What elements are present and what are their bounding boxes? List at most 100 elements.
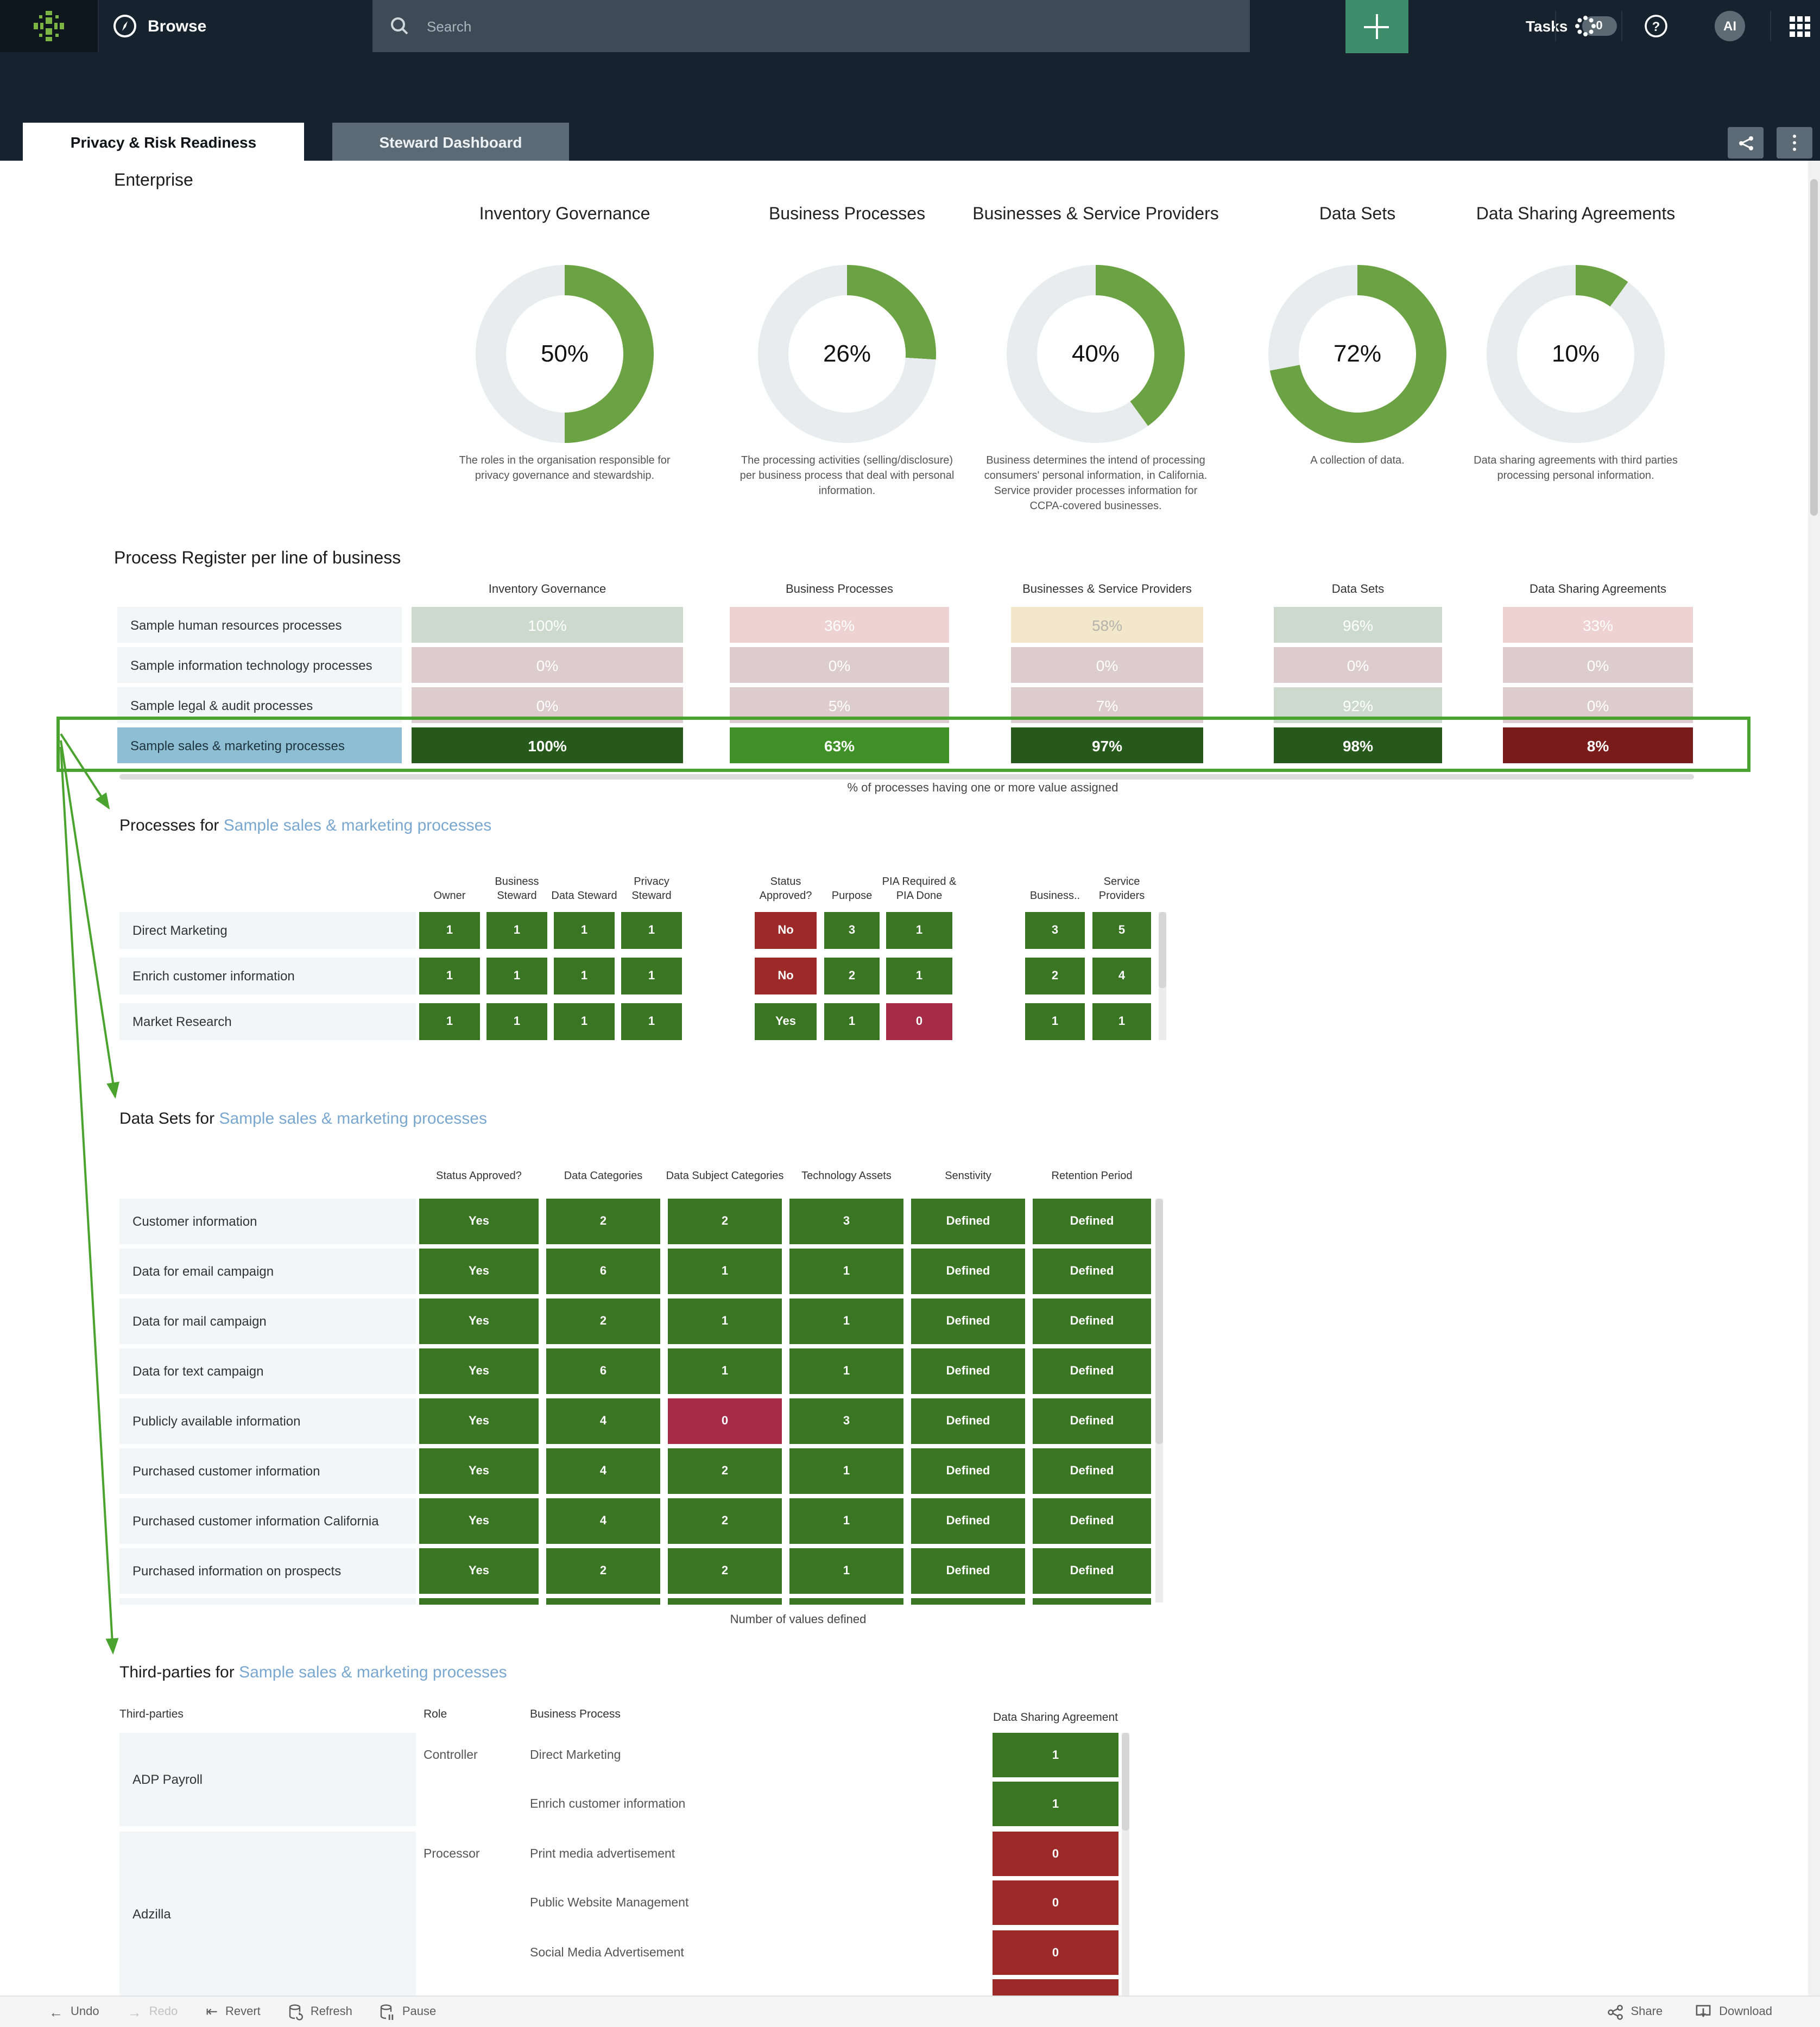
process-cell[interactable]: 2 [824,958,880,995]
user-avatar[interactable]: AI [1715,11,1745,41]
dataset-cell[interactable]: 3 [789,1398,903,1444]
dataset-cell[interactable]: Defined [1033,1548,1151,1594]
process-cell[interactable]: 1 [1092,1003,1151,1040]
activity-spinner-icon[interactable] [1573,14,1597,38]
apps-grid-icon[interactable] [1787,14,1811,38]
dataset-cell[interactable]: 4 [546,1398,660,1444]
dataset-cell[interactable]: Defined [911,1298,1025,1344]
process-cell[interactable]: 1 [621,958,682,995]
process-cell[interactable]: 3 [1025,912,1085,949]
register-cell[interactable]: 0% [1274,647,1442,683]
search-bar[interactable] [372,0,1250,52]
thirdparty-cell[interactable]: 0 [993,1930,1118,1975]
dataset-cell[interactable]: 2 [668,1498,782,1544]
process-row-label[interactable]: Market Research [119,1003,416,1040]
process-cell[interactable]: 5 [1092,912,1151,949]
dataset-cell[interactable]: 2 [668,1448,782,1494]
dataset-cell[interactable]: Defined [1033,1448,1151,1494]
redo-button[interactable]: → Redo [128,2004,178,2020]
dataset-cell[interactable]: 3 [789,1199,903,1244]
dataset-cell[interactable]: 2 [546,1199,660,1244]
dataset-cell[interactable]: Defined [911,1249,1025,1294]
process-cell[interactable]: 1 [419,912,480,949]
dataset-row-label[interactable]: Purchased information on prospects [119,1548,416,1594]
share-view-button[interactable] [1728,127,1764,159]
dataset-cell[interactable]: Defined [1033,1498,1151,1544]
process-cell[interactable]: 1 [621,912,682,949]
thirdparty-name[interactable]: Adzilla [119,1832,416,1996]
process-cell[interactable]: 1 [886,912,952,949]
dataset-cell[interactable]: 1 [789,1298,903,1344]
dataset-cell[interactable]: Yes [419,1249,539,1294]
dataset-cell[interactable]: 2 [546,1298,660,1344]
register-row-label[interactable]: Sample human resources processes [117,607,402,643]
dataset-cell[interactable]: Defined [1033,1398,1151,1444]
scrollbar-thumb[interactable] [1122,1733,1129,1830]
download-button[interactable]: Download [1695,2004,1772,2020]
dataset-cell[interactable]: Defined [911,1448,1025,1494]
register-cell[interactable]: 0% [412,647,683,683]
dataset-cell[interactable]: Defined [1033,1249,1151,1294]
add-button[interactable] [1345,0,1408,53]
register-cell[interactable]: 36% [730,607,949,643]
register-cell[interactable]: 0% [1011,647,1203,683]
kpi-donut-chart[interactable]: 26% [758,265,936,443]
dataset-cell[interactable]: 2 [546,1548,660,1594]
process-cell[interactable]: 1 [419,1003,480,1040]
dataset-cell[interactable]: 1 [789,1498,903,1544]
dataset-cell[interactable]: Yes [419,1498,539,1544]
dataset-cell[interactable]: 1 [789,1348,903,1394]
process-cell[interactable]: 1 [1025,1003,1085,1040]
dataset-cell[interactable]: 2 [668,1199,782,1244]
dataset-row-label[interactable]: Data for text campaign [119,1348,416,1394]
register-horizontal-scrollbar[interactable] [119,774,1694,780]
thirdparty-cell[interactable]: 1 [993,1782,1118,1826]
dataset-cell[interactable]: Yes [419,1199,539,1244]
dataset-cell[interactable]: 1 [789,1249,903,1294]
dataset-row-label[interactable]: Data for mail campaign [119,1298,416,1344]
dataset-cell[interactable]: 1 [668,1249,782,1294]
process-cell[interactable]: 1 [554,912,615,949]
dataset-cell[interactable]: Defined [911,1548,1025,1594]
kpi-donut-chart[interactable]: 10% [1487,265,1665,443]
process-cell[interactable]: 2 [1025,958,1085,995]
register-cell[interactable]: 0% [730,647,949,683]
help-icon[interactable]: ? [1644,14,1668,38]
process-cell[interactable]: 3 [824,912,880,949]
process-cell[interactable]: 1 [554,958,615,995]
dataset-cell[interactable]: Defined [911,1199,1025,1244]
process-cell[interactable]: 0 [886,1003,952,1040]
process-cell[interactable]: 1 [486,958,547,995]
dataset-cell[interactable]: 2 [668,1548,782,1594]
pause-button[interactable]: Pause [381,2004,436,2020]
dataset-cell[interactable]: 1 [789,1548,903,1594]
more-options-button[interactable] [1777,127,1812,159]
tasks-button[interactable]: Tasks 0 [1526,0,1617,52]
dataset-cell[interactable]: Defined [1033,1348,1151,1394]
dataset-cell[interactable]: 4 [546,1448,660,1494]
process-cell[interactable]: 1 [886,958,952,995]
dataset-row-label[interactable]: Purchased customer information Californi… [119,1498,416,1544]
process-row-label[interactable]: Direct Marketing [119,912,416,949]
thirdparty-cell[interactable]: 1 [993,1733,1118,1777]
dataset-cell[interactable]: Defined [911,1348,1025,1394]
dataset-cell[interactable]: Defined [1033,1298,1151,1344]
dataset-cell[interactable]: Yes [419,1298,539,1344]
dataset-cell[interactable]: Yes [419,1348,539,1394]
browse-button[interactable]: Browse [113,0,206,52]
thirdparties-heading-link[interactable]: Sample sales & marketing processes [239,1663,507,1682]
register-cell[interactable]: 96% [1274,607,1442,643]
dataset-cell[interactable]: 6 [546,1348,660,1394]
dataset-cell[interactable]: 1 [789,1448,903,1494]
dataset-cell[interactable]: 1 [668,1298,782,1344]
tab-privacy-risk-readiness[interactable]: Privacy & Risk Readiness [23,123,304,161]
kpi-donut-chart[interactable]: 50% [476,265,654,443]
process-cell[interactable]: 1 [486,1003,547,1040]
process-cell[interactable]: 1 [621,1003,682,1040]
register-cell[interactable]: 33% [1503,607,1693,643]
thirdparty-cell[interactable]: 0 [993,1880,1118,1925]
dataset-cell[interactable]: Defined [911,1398,1025,1444]
kpi-donut-chart[interactable]: 40% [1007,265,1185,443]
process-cell[interactable]: 4 [1092,958,1151,995]
dataset-row-label[interactable]: Customer information [119,1199,416,1244]
